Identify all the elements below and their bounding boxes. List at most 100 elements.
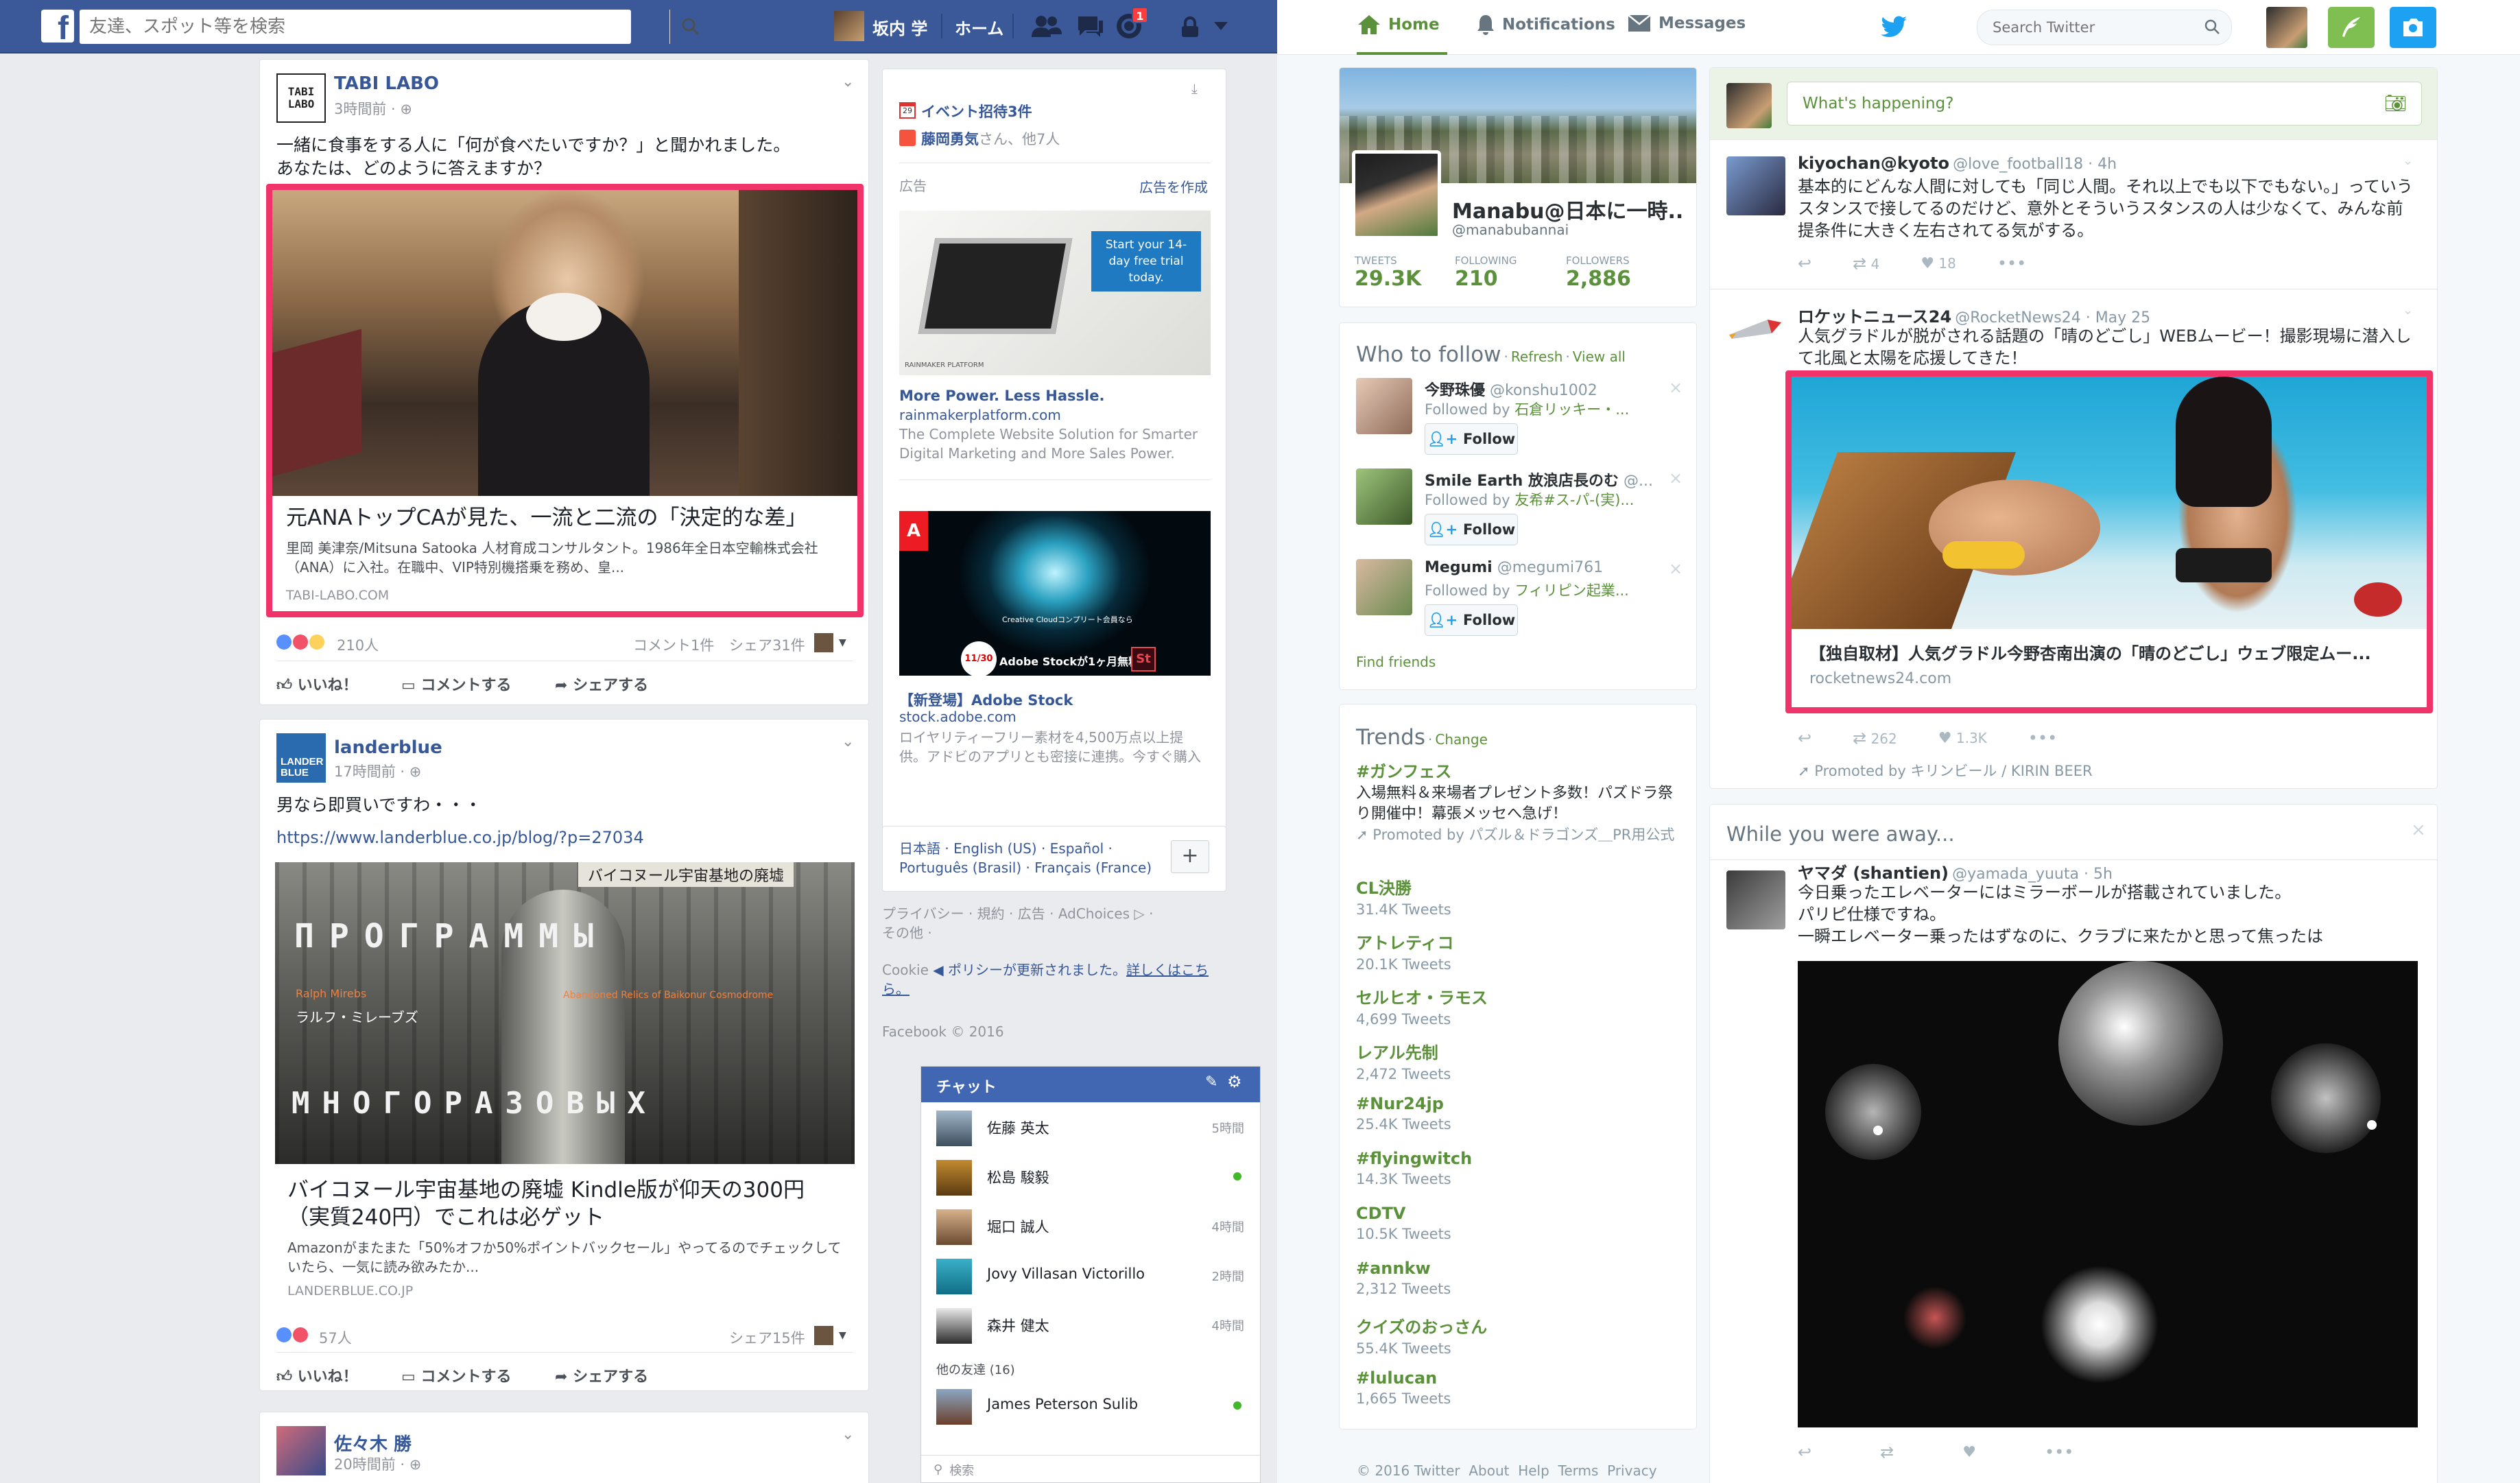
trend-item[interactable]: CL決勝 31.4K Tweets [1356,875,1451,918]
heart-icon[interactable]: ♥ [1962,1444,1976,1461]
avatar[interactable] [814,1326,833,1345]
following-stat[interactable]: FOLLOWING 210 [1455,254,1517,291]
page-logo[interactable]: TABI LABO [276,73,326,123]
dismiss-close-icon[interactable]: × [1669,559,1683,578]
reply-icon[interactable]: ↩ [1798,728,1811,748]
ad-title-link[interactable]: More Power. Less Hassle. [899,388,1104,404]
trend-item[interactable]: #lulucan 1,665 Tweets [1356,1368,1451,1407]
dismiss-close-icon[interactable]: × [2411,820,2426,840]
avatar[interactable] [1726,156,1785,215]
gear-icon[interactable]: ⚙ [1227,1072,1242,1091]
comment-button[interactable]: ▭ コメントする [401,1364,511,1386]
compose-tweet-button[interactable] [2328,7,2375,48]
footer-more-link[interactable]: その他 · [882,923,932,942]
retweet-icon[interactable]: ⇄ [1880,1443,1894,1462]
nav-messages[interactable]: Messages [1627,14,1746,33]
rocket-avatar[interactable] [1726,314,1785,355]
followed-by-user[interactable]: 石倉リッキー・... [1514,401,1629,418]
follow-button[interactable]: 👤︎+ Follow [1425,514,1518,545]
profile-avatar[interactable] [1352,150,1441,239]
camera-icon[interactable]: 📷︎ [2384,93,2407,114]
nav-notifications[interactable]: Notifications [1476,14,1615,36]
tweet-handle-time[interactable]: @love_football18 · 4h [1953,156,2117,173]
like-button[interactable]: 👍︎ いいね！ [276,673,358,695]
avatar[interactable] [276,1426,326,1475]
footer-link-list[interactable]: プライバシー · 規約 · 広告 · AdChoices [882,905,1130,922]
facebook-logo-icon[interactable]: f [41,10,74,43]
tweet-handle-time[interactable]: @yamada_yuuta · 5h [1952,866,2113,883]
home-link[interactable]: ホーム [955,15,1003,39]
view-all-link[interactable]: View all [1573,348,1626,365]
post-timestamp[interactable]: 17時間前 · ⊕ [334,761,421,781]
post-timestamp[interactable]: 20時間前 · ⊕ [334,1454,421,1474]
trend-item[interactable]: #flyingwitch 14.3K Tweets [1356,1149,1472,1187]
camera-button[interactable] [2390,7,2436,48]
avatar[interactable] [1356,559,1412,615]
post-author-link[interactable]: TABI LABO [334,73,439,94]
trend-item[interactable]: セルヒオ・ラモス 4,699 Tweets [1356,984,1488,1028]
link-preview-title[interactable]: 元ANAトップCAが見た、一流と二流の「決定的な差」 [286,504,848,532]
chevron-down-icon[interactable]: ▼ [839,637,846,648]
avatar[interactable] [1356,378,1412,434]
download-icon[interactable]: ⤓ [1191,80,1198,97]
share-count[interactable]: シェア31件 [729,634,805,655]
tweet-options-chevron-icon[interactable]: ⌄ [2403,154,2413,168]
trend-item[interactable]: レアル先制 2,472 Tweets [1356,1039,1451,1082]
followed-by-user[interactable]: 友希#ス-パ-(実)... [1514,492,1634,508]
reaction-count[interactable]: 57人 [319,1327,352,1348]
highlighted-link-card[interactable]: 【独自取材】人気グラドル今野杏南出演の「晴のどごし」ウェブ限定ムー... roc… [1785,370,2433,713]
languages-links[interactable]: 日本語 · English (US) · Español · Português… [899,839,1174,877]
chat-header[interactable]: チャット ✎ ⚙ [921,1067,1260,1102]
tweet-author-name[interactable]: ロケットニュース24 [1798,307,1951,327]
messages-icon[interactable] [1075,14,1104,40]
like-button[interactable]: ♥ 1.3K [1938,730,1987,747]
chevron-down-icon[interactable]: ▼ [839,1330,846,1341]
avatar[interactable] [814,633,833,652]
create-ad-link[interactable]: 広告を作成 [1139,176,1208,196]
trend-item[interactable]: CDTV 10.5K Tweets [1356,1204,1451,1242]
facebook-search[interactable] [80,10,699,44]
privacy-lock-icon[interactable] [1180,16,1200,38]
reaction-icons[interactable] [276,634,324,650]
retweet-button[interactable]: ⇄ 4 [1853,254,1879,273]
trend-item[interactable]: #Nur24jp 25.4K Tweets [1356,1094,1451,1132]
dismiss-close-icon[interactable]: × [1669,378,1683,397]
post-author-link[interactable]: landerblue [334,737,442,758]
more-icon[interactable]: ••• [1997,254,2026,273]
post-options-chevron-icon[interactable]: ⌄ [842,733,854,750]
profile-handle[interactable]: @manabubannai [1452,222,1569,238]
ad-image[interactable]: Start your 14-day free trial today. RAIN… [899,211,1211,375]
tweet-author-name[interactable]: ヤマダ (shantien) [1798,864,1949,883]
ad-title-link[interactable]: 【新登場】Adobe Stock [899,689,1073,710]
tweet-handle-time[interactable]: @RocketNews24 · May 25 [1955,309,2150,327]
comment-button[interactable]: ▭ コメントする [401,673,511,695]
reaction-icons[interactable] [276,1327,308,1342]
suggested-user-name[interactable]: Smile Earth 放浪店長のむ [1425,473,1619,490]
avatar[interactable] [2266,7,2307,48]
refresh-link[interactable]: Refresh [1511,348,1563,365]
trend-item[interactable]: #ガンフェス 入場無料＆来場者プレゼント多数！パズドラ祭り開催中！幕張メッセへ急… [1356,758,1685,845]
follow-button[interactable]: 👤︎+ Follow [1425,423,1518,455]
page-logo[interactable]: LANDER BLUE [276,733,326,783]
highlighted-link-preview[interactable]: 元ANAトップCAが見た、一流と二流の「決定的な差」 里岡 美津奈/Mitsun… [266,184,864,617]
profile-name-link[interactable]: 坂内 学 [872,15,927,39]
trend-item[interactable]: クイズのおっさん 55.4K Tweets [1356,1314,1487,1357]
suggested-user-name[interactable]: Megumi [1425,559,1493,576]
chat-contact[interactable]: 森井 健太 4時間 [921,1300,1261,1349]
tweet-photo[interactable] [1798,961,2418,1427]
chat-contact[interactable]: 松島 駿毅 [921,1152,1261,1201]
search-icon[interactable] [2204,19,2220,35]
account-menu-chevron-down-icon[interactable] [1214,22,1228,32]
link-preview-title[interactable]: バイコヌール宇宙基地の廃墟 Kindle版が仰天の300円（実質240円）でこれ… [287,1176,843,1231]
tweets-stat[interactable]: TWEETS 29.3K [1355,254,1421,291]
post-author-link[interactable]: 佐々木 勝 [334,1430,412,1456]
trend-item[interactable]: #annkw 2,312 Tweets [1356,1259,1451,1297]
profile-name-link[interactable]: Manabu@日本に一時.. [1452,194,1692,224]
change-trends-link[interactable]: Change [1435,731,1488,748]
tweet-author-name[interactable]: kiyochan@kyoto [1798,154,1949,173]
chat-contact[interactable]: Jovy Villasan Victorillo 2時間 [921,1250,1261,1300]
avatar[interactable] [1356,468,1412,525]
share-button[interactable]: ➦ シェアする [555,673,648,695]
like-button[interactable]: 👍︎ いいね！ [276,1364,358,1386]
friend-requests-icon[interactable] [1032,14,1062,40]
